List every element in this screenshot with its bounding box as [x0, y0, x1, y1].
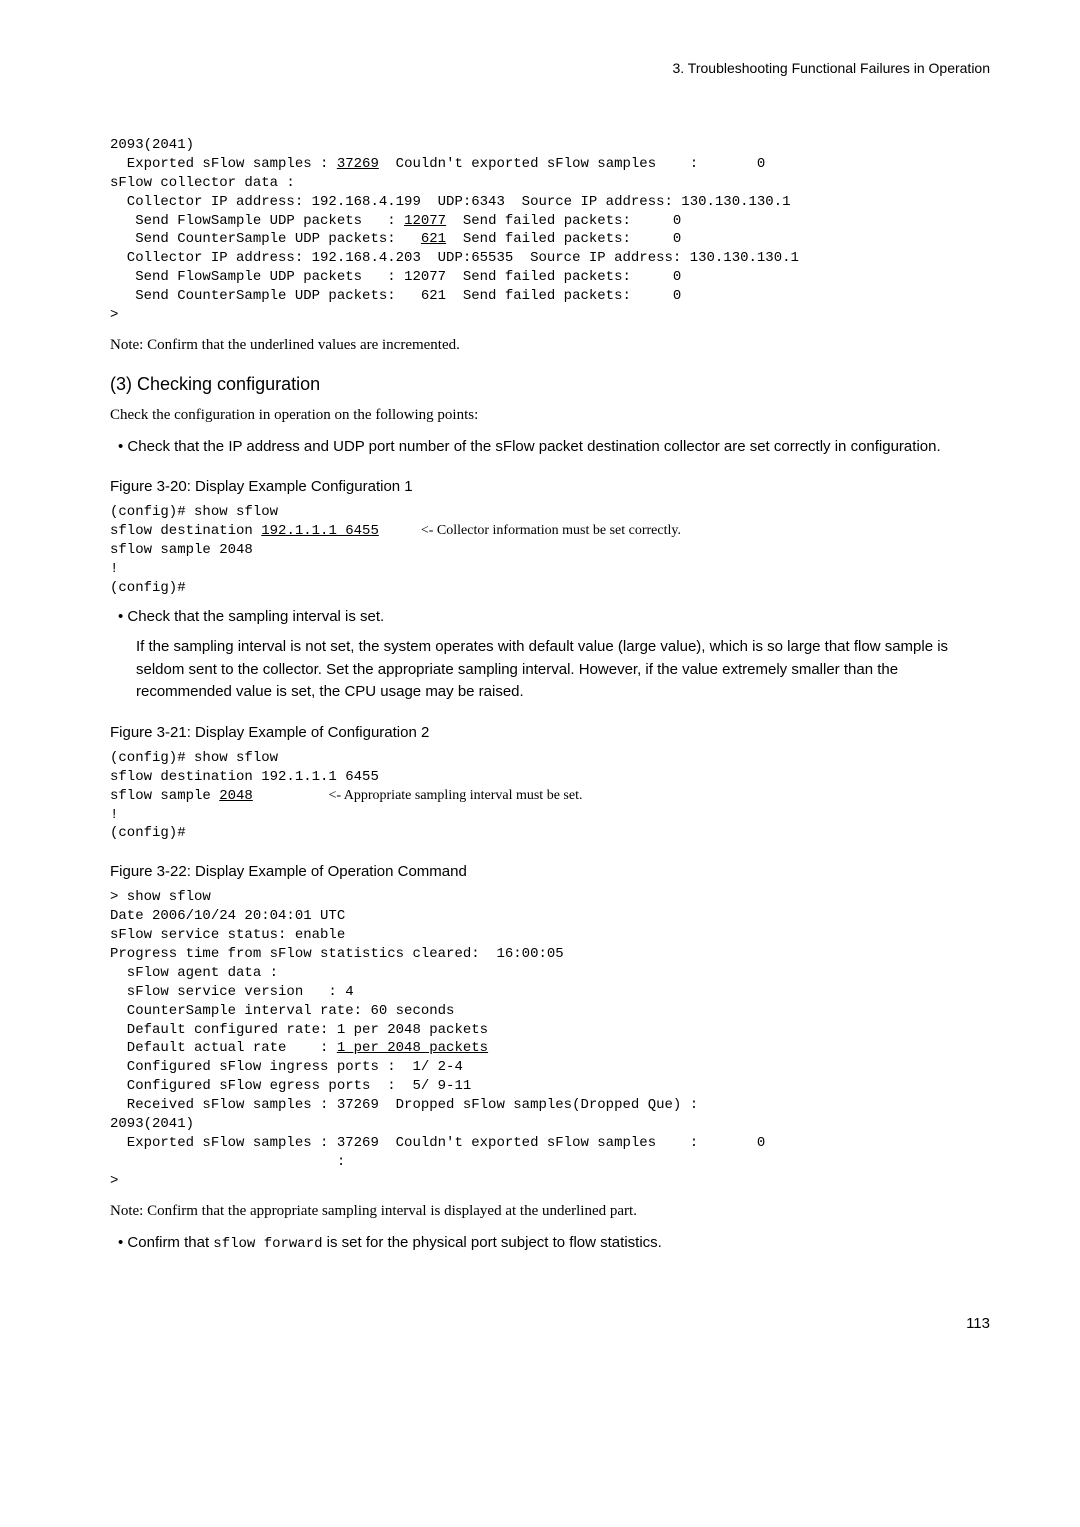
bullet-item: Check that the IP address and UDP port n…: [110, 436, 990, 459]
code-line: (config)# show sflow: [110, 750, 278, 766]
code-line: Send FlowSample UDP packets : 12077 Send…: [110, 269, 681, 285]
code-line: >: [110, 1173, 118, 1189]
page-number: 113: [110, 1315, 990, 1332]
code-line: sFlow agent data :: [110, 965, 278, 981]
code-line: Send failed packets: 0: [446, 231, 681, 247]
code-line: sFlow service status: enable: [110, 927, 345, 943]
code-line: Collector IP address: 192.168.4.203 UDP:…: [110, 250, 799, 266]
inline-code: sflow forward: [213, 1236, 322, 1252]
code-line: sflow destination 192.1.1.1 6455: [110, 769, 379, 785]
note-text: Note: Confirm that the underlined values…: [110, 335, 990, 356]
underline-value: 2048: [219, 788, 253, 804]
page-header: 3. Troubleshooting Functional Failures i…: [110, 60, 990, 76]
code-line: Date 2006/10/24 20:04:01 UTC: [110, 908, 345, 924]
code-line: !: [110, 561, 118, 577]
code-line: Collector IP address: 192.168.4.199 UDP:…: [110, 194, 791, 210]
code-line: Configured sFlow ingress ports : 1/ 2-4: [110, 1059, 463, 1075]
code-line: Exported sFlow samples :: [110, 156, 337, 172]
figure-caption: Figure 3-21: Display Example of Configur…: [110, 724, 990, 741]
underline-value: 192.1.1.1 6455: [261, 523, 379, 539]
code-block-continuation: 2093(2041) Exported sFlow samples : 3726…: [110, 136, 990, 325]
code-line: !: [110, 807, 118, 823]
inline-comment: <- Appropriate sampling interval must be…: [328, 788, 582, 803]
inline-comment: <- Collector information must be set cor…: [421, 523, 681, 538]
figure-caption: Figure 3-22: Display Example of Operatio…: [110, 863, 990, 880]
underline-value: 37269: [337, 156, 379, 172]
bullet-item: Confirm that sflow forward is set for th…: [110, 1232, 990, 1255]
code-block-fig321: (config)# show sflow sflow destination 1…: [110, 749, 990, 843]
code-line: sFlow collector data :: [110, 175, 295, 191]
code-line: Couldn't exported sFlow samples : 0: [379, 156, 765, 172]
code-line: (config)#: [110, 825, 186, 841]
code-line: Progress time from sFlow statistics clea…: [110, 946, 564, 962]
underline-value: 621: [421, 231, 446, 247]
code-line: 2093(2041): [110, 137, 194, 153]
code-line: (config)# show sflow: [110, 504, 278, 520]
bullet-body: If the sampling interval is not set, the…: [136, 636, 990, 704]
code-line: :: [110, 1154, 345, 1170]
code-line: >: [110, 307, 118, 323]
code-line: Exported sFlow samples : 37269 Couldn't …: [110, 1135, 765, 1151]
code-line: sflow sample 2048: [110, 542, 253, 558]
code-line: Send failed packets: 0: [446, 213, 681, 229]
underline-value: 1 per 2048 packets: [337, 1040, 488, 1056]
bullet-text: is set for the physical port subject to …: [323, 1234, 662, 1251]
code-line: [379, 523, 421, 539]
bullet-text: Confirm that: [127, 1234, 213, 1251]
code-line: CounterSample interval rate: 60 seconds: [110, 1003, 454, 1019]
code-line: Send CounterSample UDP packets:: [110, 231, 421, 247]
section-heading: (3) Checking configuration: [110, 374, 990, 395]
code-block-fig322: > show sflow Date 2006/10/24 20:04:01 UT…: [110, 888, 990, 1190]
section-intro: Check the configuration in operation on …: [110, 405, 990, 426]
code-line: sFlow service version : 4: [110, 984, 354, 1000]
code-block-fig320: (config)# show sflow sflow destination 1…: [110, 503, 990, 597]
code-line: (config)#: [110, 580, 186, 596]
code-line: > show sflow: [110, 889, 211, 905]
code-line: Received sFlow samples : 37269 Dropped s…: [110, 1097, 698, 1113]
code-line: Default actual rate :: [110, 1040, 337, 1056]
code-line: [253, 788, 329, 804]
code-line: Send CounterSample UDP packets: 621 Send…: [110, 288, 681, 304]
code-line: sflow sample: [110, 788, 219, 804]
bullet-item: Check that the sampling interval is set.: [110, 606, 990, 629]
note-text: Note: Confirm that the appropriate sampl…: [110, 1201, 990, 1222]
figure-caption: Figure 3-20: Display Example Configurati…: [110, 478, 990, 495]
underline-value: 12077: [404, 213, 446, 229]
code-line: 2093(2041): [110, 1116, 194, 1132]
code-line: Configured sFlow egress ports : 5/ 9-11: [110, 1078, 471, 1094]
code-line: Default configured rate: 1 per 2048 pack…: [110, 1022, 488, 1038]
code-line: Send FlowSample UDP packets :: [110, 213, 404, 229]
code-line: sflow destination: [110, 523, 261, 539]
